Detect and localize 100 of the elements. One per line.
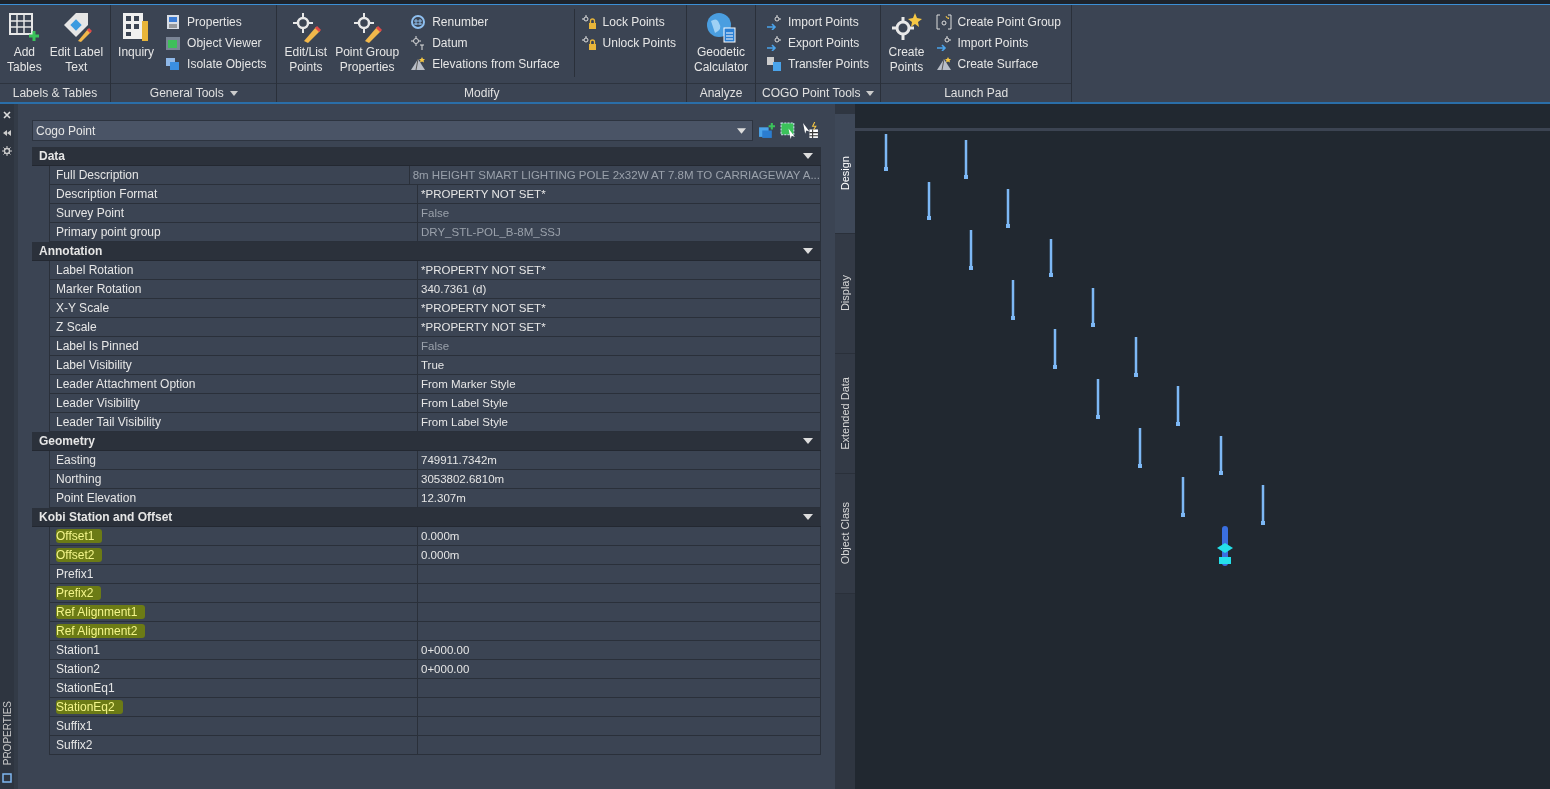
point-arrow-icon [766, 35, 782, 51]
palette-tab[interactable]: Design [835, 114, 855, 234]
ribbon-button[interactable]: Isolate Objects [163, 55, 269, 73]
ribbon-button[interactable]: Create Point Group [933, 13, 1063, 31]
property-name: Leader Visibility [56, 396, 140, 410]
property-value[interactable]: 3053802.6810m [418, 470, 821, 488]
property-name: Station2 [56, 662, 101, 676]
property-value[interactable]: *PROPERTY NOT SET* [418, 185, 821, 203]
ribbon-button[interactable]: Geodetic Calculator [690, 9, 751, 77]
section-header[interactable]: Data [32, 147, 821, 166]
property-name: Northing [56, 472, 102, 486]
property-name: Leader Attachment Option [56, 377, 196, 391]
ribbon-button[interactable]: Lock Points [578, 13, 678, 31]
property-name: Label Rotation [56, 263, 134, 277]
point-pencil-icon [351, 11, 384, 43]
property-value[interactable]: 0.000m [418, 527, 821, 545]
ribbon-button[interactable]: Import Points [933, 34, 1063, 52]
object-type-dropdown[interactable]: Cogo Point [32, 120, 753, 141]
panel-title[interactable]: General Tools [111, 83, 277, 102]
padlock-icon [580, 14, 597, 30]
property-name: Easting [56, 453, 97, 467]
property-value[interactable]: *PROPERTY NOT SET* [418, 261, 821, 279]
caret-icon [229, 90, 238, 96]
property-value[interactable]: DRY_STL-POL_B-8M_SSJ [418, 223, 821, 241]
ribbon-button[interactable]: Properties [163, 13, 269, 31]
property-value[interactable]: False [418, 337, 821, 355]
palette-tab[interactable]: Extended Data [835, 354, 855, 474]
property-name: Station1 [56, 643, 101, 657]
ribbon-button[interactable]: Renumber [408, 13, 562, 31]
close-icon[interactable] [2, 110, 12, 120]
ribbon-button[interactable]: Point Group Properties [332, 9, 403, 77]
ribbon-button[interactable]: Unlock Points [578, 34, 678, 52]
ribbon-button[interactable]: Create Points [885, 9, 928, 77]
section-header[interactable]: Kobi Station and Offset [32, 508, 821, 527]
ribbon-button[interactable]: Add Tables [4, 9, 45, 77]
property-value[interactable]: From Label Style [418, 413, 821, 431]
window-icon [2, 773, 12, 783]
point-arrow-icon [935, 35, 952, 51]
table-add-icon [8, 11, 41, 43]
panel-title[interactable]: Analyze [686, 83, 755, 102]
caret-icon [737, 127, 746, 134]
ribbon-button[interactable]: Transfer Points [764, 55, 871, 73]
property-value[interactable]: 0+000.00 [418, 660, 821, 678]
surface-icon [935, 56, 952, 72]
property-value[interactable]: False [418, 204, 821, 222]
property-value[interactable]: *PROPERTY NOT SET* [418, 318, 821, 336]
property-value[interactable]: From Marker Style [418, 375, 821, 393]
property-name: Label Visibility [56, 358, 132, 372]
property-name: StationEq2 [56, 700, 123, 714]
add-selection-icon[interactable] [758, 122, 775, 139]
property-value[interactable]: 749911.7342m [418, 451, 821, 469]
ribbon-button[interactable]: Edit/List Points [281, 9, 331, 77]
quick-select-icon[interactable] [802, 122, 819, 139]
property-value[interactable]: *PROPERTY NOT SET* [418, 299, 821, 317]
ribbon-button[interactable]: Import Points [764, 13, 871, 31]
property-name: Offset1 [56, 529, 103, 543]
collapse-icon[interactable] [2, 128, 12, 138]
property-name: Survey Point [56, 206, 125, 220]
property-name: Description Format [56, 187, 158, 201]
property-value[interactable]: 0.000m [418, 546, 821, 564]
settings-icon[interactable] [2, 146, 12, 156]
select-objects-icon[interactable] [780, 122, 797, 139]
globe-calculator-icon [705, 11, 737, 43]
property-name: Prefix2 [56, 586, 102, 600]
bracket-point-icon [935, 14, 952, 30]
palette-tab[interactable]: Display [835, 234, 855, 354]
ribbon-button[interactable]: Object Viewer [163, 34, 269, 52]
property-value[interactable]: 12.307m [418, 489, 821, 507]
property-name: StationEq1 [56, 681, 115, 695]
ribbon-button[interactable]: Inquiry [115, 9, 158, 62]
property-name: Leader Tail Visibility [56, 415, 161, 429]
property-value[interactable]: From Label Style [418, 394, 821, 412]
property-name: Marker Rotation [56, 282, 142, 296]
property-value[interactable]: 340.7361 (d) [418, 280, 821, 298]
point-arrow-icon [766, 14, 782, 30]
property-value[interactable]: 8m HEIGHT SMART LIGHTING POLE 2x32W AT 7.8M TO CARRIAGEWAY A... [409, 166, 821, 184]
property-name: Label Is Pinned [56, 339, 139, 353]
property-value[interactable]: 0+000.00 [418, 641, 821, 659]
property-name: Offset2 [56, 548, 103, 562]
ribbon-button[interactable]: Export Points [764, 34, 871, 52]
ribbon-button[interactable]: Elevations from Surface [408, 55, 562, 73]
palette-title: PROPERTIES [1, 700, 13, 765]
ribbon-button[interactable]: Datum [408, 34, 562, 52]
property-value[interactable]: True [418, 356, 821, 374]
panel-title[interactable]: Modify [277, 83, 686, 102]
transfer-icon [766, 56, 782, 72]
point-icon [410, 35, 427, 51]
property-name: Point Elevation [56, 491, 137, 505]
property-name: Ref Alignment1 [56, 605, 146, 619]
panel-title[interactable]: COGO Point Tools [756, 83, 881, 102]
property-name: Suffix2 [56, 738, 93, 752]
panel-title[interactable]: Launch Pad [881, 83, 1071, 102]
palette-tab[interactable]: Object Class [835, 474, 855, 594]
section-header[interactable]: Annotation [32, 242, 821, 261]
ribbon-button[interactable]: Create Surface [933, 55, 1063, 73]
property-name: Full Description [56, 168, 139, 182]
property-name: Z Scale [56, 320, 97, 334]
panel-title[interactable]: Labels & Tables [0, 83, 111, 102]
ribbon-button[interactable]: Edit Label Text [46, 9, 107, 77]
section-header[interactable]: Geometry [32, 432, 821, 451]
